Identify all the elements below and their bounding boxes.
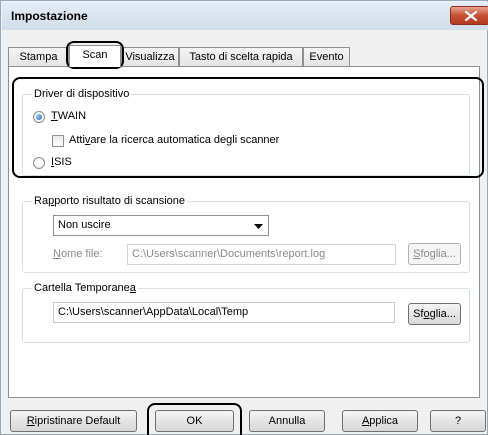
temp-folder-field[interactable]: C:\Users\scanner\AppData\Local\Temp [53, 302, 395, 323]
file-name-field[interactable]: C:\Users\scanner\Documents\report.log [127, 244, 396, 265]
twain-label: TWAIN [51, 110, 87, 122]
tab-label: Scan [82, 49, 108, 61]
file-name-label: Nome file: [53, 248, 103, 260]
report-output-select[interactable]: Non uscire [53, 215, 269, 236]
help-button[interactable]: ? [430, 410, 486, 432]
title-bar: Impostazione [2, 2, 488, 30]
isis-label: ISIS [51, 156, 72, 168]
ok-button[interactable]: OK [155, 410, 234, 432]
driver-group-label: Driver di dispositivo [32, 88, 132, 100]
tab-label: Visualizza [125, 51, 175, 63]
report-group-label: Rapporto risultato di scansione [32, 195, 188, 207]
radio-twain[interactable] [33, 111, 45, 123]
tab-scan[interactable]: Scan [69, 45, 121, 67]
cancel-button[interactable]: Annulla [249, 410, 325, 432]
tab-label: Evento [309, 51, 344, 63]
tab-evento[interactable]: Evento [303, 47, 350, 67]
report-output-value: Non uscire [58, 219, 111, 231]
chevron-down-icon [254, 224, 263, 229]
tab-tasto-di-scelta-rapida[interactable]: Tasto di scelta rapida [179, 47, 303, 67]
auto-search-checkbox[interactable] [52, 135, 64, 147]
tab-visualizza[interactable]: Visualizza [121, 47, 179, 67]
tab-label: Stampa [19, 51, 58, 63]
temp-folder-group-label: Cartella Temporanea [32, 282, 138, 294]
window-title: Impostazione [11, 9, 88, 23]
apply-button[interactable]: Applica [342, 410, 418, 432]
radio-selected-dot [36, 114, 42, 120]
restore-default-button[interactable]: Ripristinare Default [10, 410, 137, 432]
tab-stampa[interactable]: Stampa [8, 47, 69, 67]
close-icon [464, 11, 478, 21]
radio-isis[interactable] [33, 157, 45, 169]
auto-search-label: Attivare la ricerca automatica degli sca… [69, 134, 280, 146]
report-browse-button[interactable]: Sfoglia... [408, 243, 461, 265]
tab-label: Tasto di scelta rapida [189, 51, 293, 63]
close-button[interactable] [450, 6, 488, 25]
temp-browse-button[interactable]: Sfoglia... [408, 303, 461, 325]
